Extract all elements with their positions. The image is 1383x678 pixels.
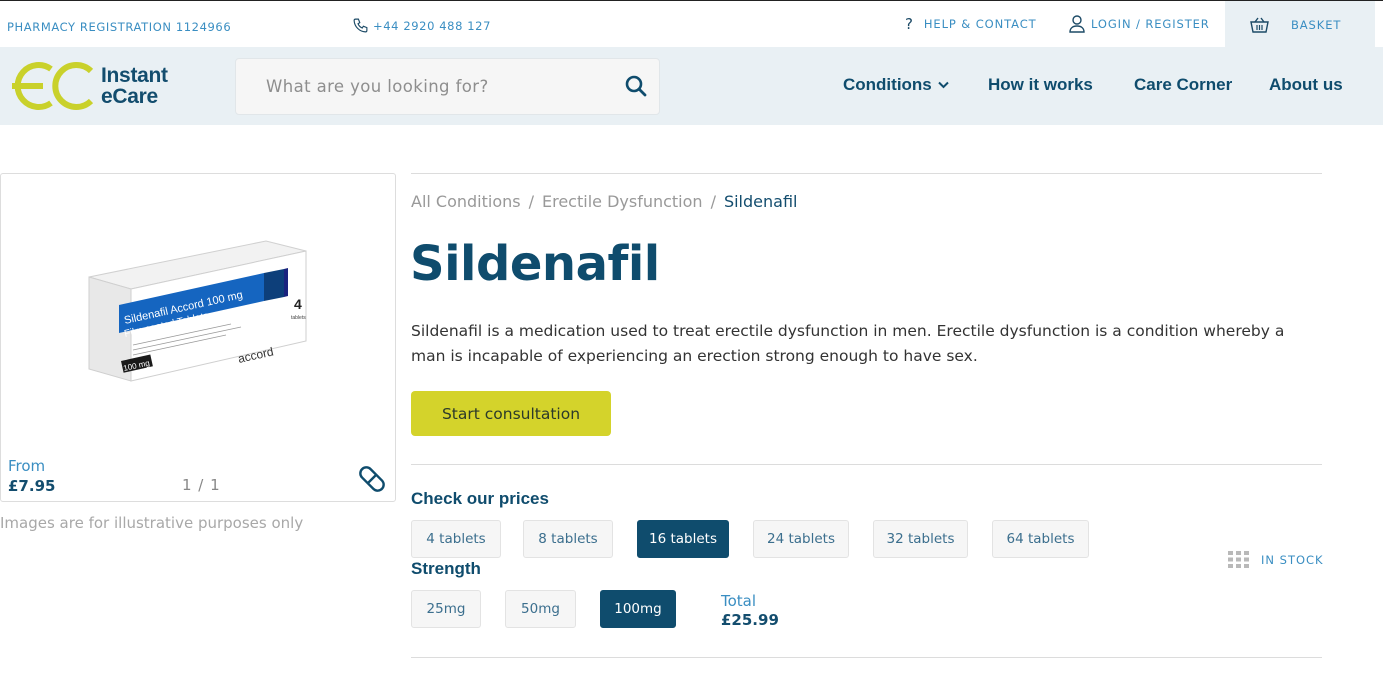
grid-icon bbox=[1228, 551, 1249, 568]
help-contact-link[interactable]: ? HELP & CONTACT bbox=[905, 15, 1037, 33]
stock-status: IN STOCK bbox=[1228, 551, 1324, 568]
product-pack-image: Sildenafil Accord 100 mg Film coated Tab… bbox=[88, 240, 307, 382]
phone-number: +44 2920 488 127 bbox=[373, 18, 492, 33]
search-placeholder[interactable]: What are you looking for? bbox=[266, 77, 489, 96]
basket-button[interactable]: BASKET bbox=[1225, 1, 1375, 48]
search-icon[interactable] bbox=[625, 75, 647, 97]
search-box[interactable]: What are you looking for? bbox=[235, 58, 660, 115]
quantity-option[interactable]: 24 tablets bbox=[753, 520, 849, 558]
question-icon: ? bbox=[905, 15, 914, 33]
login-register-label: LOGIN / REGISTER bbox=[1091, 17, 1210, 31]
strength-heading: Strength bbox=[411, 559, 481, 578]
nav-conditions-label: Conditions bbox=[843, 75, 932, 94]
breadcrumb-separator: / bbox=[528, 192, 534, 211]
quantity-option[interactable]: 32 tablets bbox=[873, 520, 968, 558]
pharmacy-registration: PHARMACY REGISTRATION 1124966 bbox=[7, 20, 232, 34]
nav-care-corner[interactable]: Care Corner bbox=[1134, 75, 1232, 95]
quantity-option-selected[interactable]: 16 tablets bbox=[637, 520, 729, 558]
quantity-option[interactable]: 64 tablets bbox=[992, 520, 1089, 558]
user-icon bbox=[1069, 15, 1085, 33]
prices-heading: Check our prices bbox=[411, 489, 549, 508]
login-register-link[interactable]: LOGIN / REGISTER bbox=[1069, 15, 1210, 33]
divider-top bbox=[411, 173, 1322, 174]
help-contact-label: HELP & CONTACT bbox=[923, 17, 1037, 31]
breadcrumb-erectile-dysfunction[interactable]: Erectile Dysfunction bbox=[542, 192, 703, 211]
page-title: Sildenafil bbox=[410, 236, 660, 292]
phone-icon bbox=[353, 18, 368, 33]
pack-count-label: tablets bbox=[291, 315, 306, 321]
from-price: £7.95 bbox=[8, 477, 56, 495]
from-label: From bbox=[8, 457, 46, 475]
nav-about-us[interactable]: About us bbox=[1269, 75, 1343, 95]
logo-text-line1: Instant bbox=[101, 64, 168, 87]
instant-ecare-logo-icon bbox=[12, 62, 94, 110]
nav-conditions[interactable]: Conditions bbox=[843, 75, 949, 95]
basket-icon bbox=[1250, 17, 1269, 33]
divider-middle bbox=[411, 464, 1322, 465]
strength-option[interactable]: 25mg bbox=[411, 590, 481, 628]
phone-link[interactable]: +44 2920 488 127 bbox=[352, 17, 491, 34]
chevron-down-icon bbox=[938, 81, 949, 89]
nav-how-it-works[interactable]: How it works bbox=[988, 75, 1093, 95]
pill-icon bbox=[359, 466, 385, 492]
strength-option[interactable]: 50mg bbox=[505, 590, 576, 628]
product-image-card: Sildenafil Accord 100 mg Film coated Tab… bbox=[0, 173, 396, 502]
main-header: Instant eCare What are you looking for? … bbox=[0, 47, 1383, 125]
total-label: Total bbox=[721, 592, 757, 610]
breadcrumb-separator: / bbox=[710, 192, 716, 211]
strength-option-selected[interactable]: 100mg bbox=[600, 590, 676, 628]
logo-text-line2: eCare bbox=[101, 85, 158, 108]
breadcrumb-current: Sildenafil bbox=[723, 192, 798, 211]
top-bar: PHARMACY REGISTRATION 1124966 +44 2920 4… bbox=[0, 0, 1383, 48]
pack-count-text: 4 bbox=[294, 296, 302, 312]
quantity-option[interactable]: 8 tablets bbox=[523, 520, 613, 558]
start-consultation-button[interactable]: Start consultation bbox=[411, 391, 611, 436]
stock-label: IN STOCK bbox=[1261, 552, 1324, 567]
quantity-option[interactable]: 4 tablets bbox=[411, 520, 501, 558]
breadcrumb-all-conditions[interactable]: All Conditions bbox=[411, 192, 521, 211]
image-counter: 1 / 1 bbox=[182, 476, 221, 494]
image-disclaimer: Images are for illustrative purposes onl… bbox=[0, 514, 304, 532]
breadcrumb: All Conditions / Erectile Dysfunction / … bbox=[411, 192, 797, 211]
total-value: £25.99 bbox=[721, 611, 779, 629]
basket-label: BASKET bbox=[1291, 17, 1342, 32]
product-description: Sildenafil is a medication used to treat… bbox=[411, 322, 1285, 365]
divider-bottom bbox=[411, 657, 1322, 658]
logo[interactable]: Instant eCare bbox=[7, 59, 168, 113]
